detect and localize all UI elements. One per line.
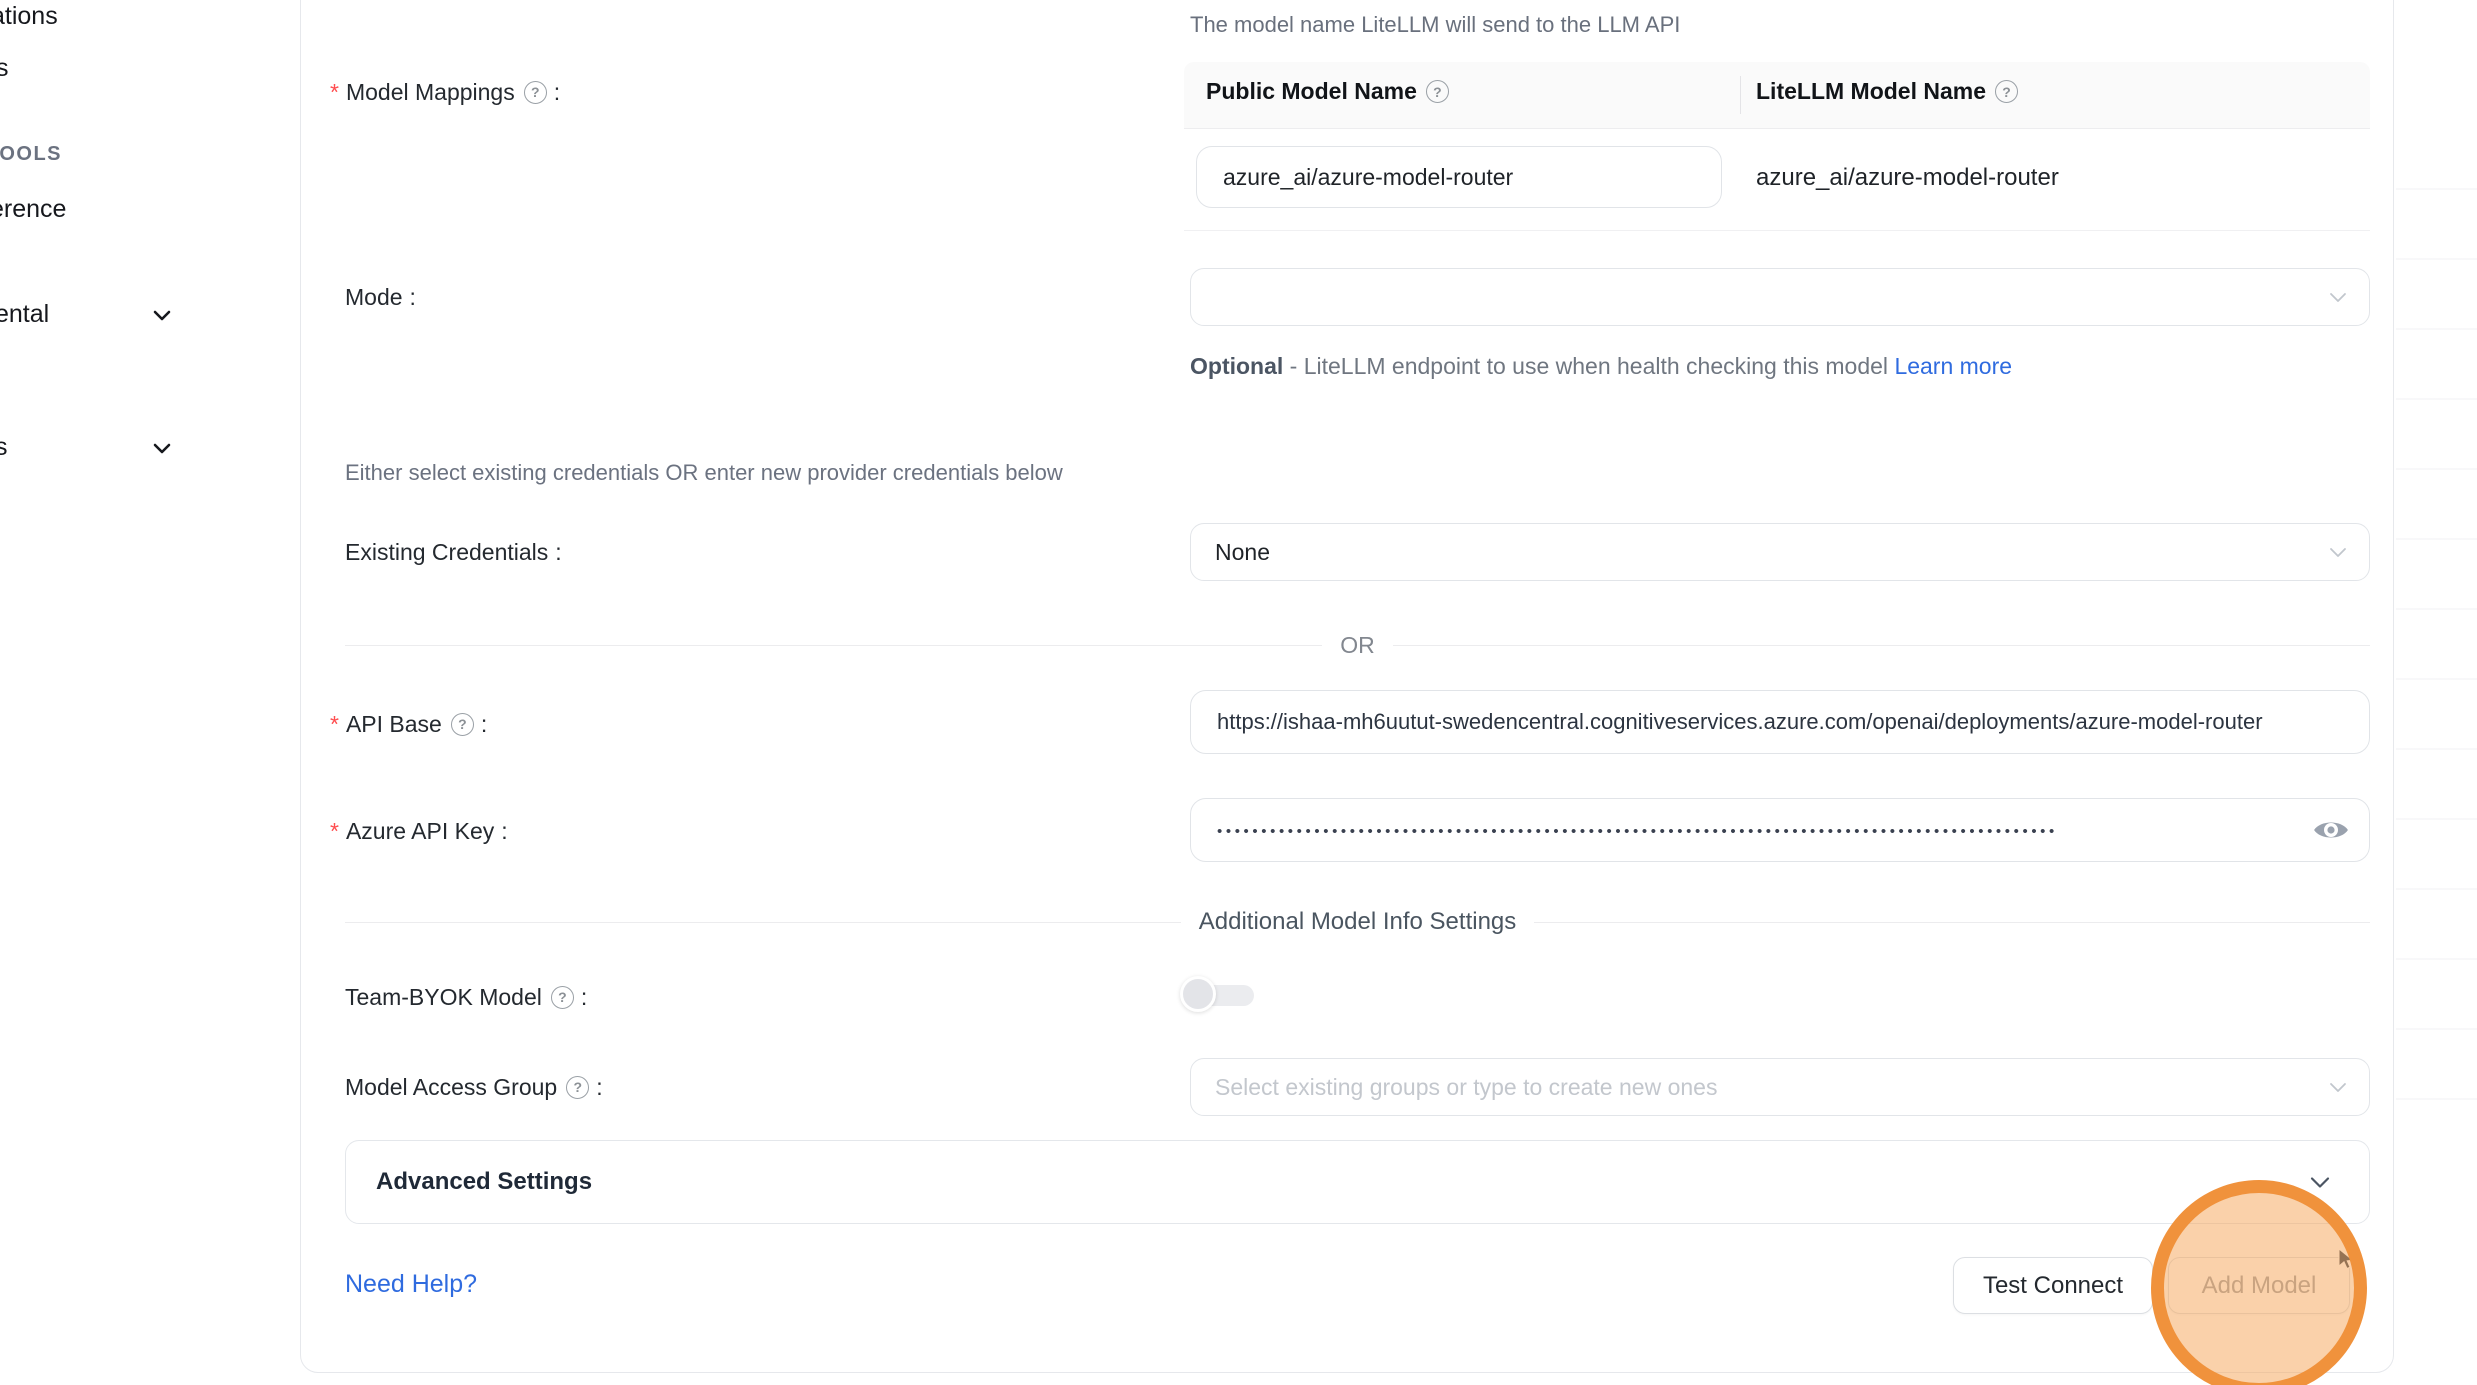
help-icon[interactable]: ?: [524, 81, 547, 104]
model-access-group-select[interactable]: Select existing groups or type to create…: [1190, 1058, 2370, 1116]
azure-api-key-label-text: Azure API Key: [346, 818, 494, 845]
litellm-model-name-help: The model name LiteLLM will send to the …: [1190, 12, 1680, 38]
learn-more-link[interactable]: Learn more: [1894, 353, 2012, 379]
table-row-border: [1184, 230, 2370, 231]
additional-model-info-divider-text: Additional Model Info Settings: [1199, 908, 1517, 936]
additional-model-info-divider: Additional Model Info Settings: [345, 908, 2370, 936]
sidebar-item-2[interactable]: s: [0, 54, 9, 83]
existing-credentials-label: Existing Credentials :: [345, 536, 562, 568]
chevron-down-icon: [2307, 1169, 2333, 1195]
mode-label-text: Mode: [345, 284, 403, 311]
model-mappings-label-text: Model Mappings: [346, 79, 515, 106]
test-connect-button[interactable]: Test Connect: [1953, 1257, 2153, 1314]
help-icon[interactable]: ?: [566, 1076, 589, 1099]
mode-label: Mode :: [345, 281, 416, 313]
colon: :: [555, 539, 561, 566]
api-base-label: * API Base ? :: [330, 708, 487, 740]
colon: :: [581, 984, 587, 1011]
api-base-input[interactable]: [1190, 690, 2370, 754]
public-model-name-input[interactable]: [1196, 146, 1722, 208]
mode-help-text: Optional - LiteLLM endpoint to use when …: [1190, 346, 2020, 386]
colon: :: [596, 1074, 602, 1101]
toggle-knob: [1180, 976, 1216, 1012]
mode-help-bold: Optional: [1190, 353, 1283, 379]
required-mark: *: [330, 818, 339, 845]
required-mark: *: [330, 79, 339, 106]
need-help-link[interactable]: Need Help?: [345, 1270, 477, 1299]
help-icon[interactable]: ?: [1995, 80, 2018, 103]
help-icon[interactable]: ?: [551, 986, 574, 1009]
advanced-settings-panel[interactable]: Advanced Settings: [345, 1140, 2370, 1224]
or-divider-text: OR: [1340, 632, 1375, 659]
sidebar-item-settings[interactable]: s: [0, 433, 8, 462]
sidebar-item-1[interactable]: ations: [0, 2, 58, 31]
existing-credentials-select[interactable]: None: [1190, 523, 2370, 581]
public-model-name-header-text: Public Model Name: [1206, 78, 1417, 105]
colon: :: [501, 818, 507, 845]
sidebar-item-reference[interactable]: erence: [0, 195, 66, 224]
background-content-strip: [2396, 120, 2477, 1130]
chevron-down-icon: [2327, 1076, 2349, 1098]
existing-credentials-label-text: Existing Credentials: [345, 539, 548, 566]
litellm-model-name-header-text: LiteLLM Model Name: [1756, 78, 1986, 105]
chevron-down-icon[interactable]: [150, 436, 174, 460]
or-divider: OR: [345, 632, 2370, 659]
add-model-button[interactable]: Add Model: [2168, 1257, 2350, 1314]
model-mappings-label: * Model Mappings ? :: [330, 76, 560, 108]
help-icon[interactable]: ?: [451, 713, 474, 736]
team-byok-label: Team-BYOK Model ? :: [345, 981, 587, 1013]
chevron-down-icon[interactable]: [150, 303, 174, 327]
model-access-group-label-text: Model Access Group: [345, 1074, 557, 1101]
sidebar-section-tools: TOOLS: [0, 143, 62, 166]
litellm-model-name-header: LiteLLM Model Name ?: [1756, 78, 2018, 105]
credentials-note: Either select existing credentials OR en…: [345, 460, 1063, 486]
colon: :: [410, 284, 416, 311]
team-byok-toggle[interactable]: [1180, 976, 1256, 1014]
masked-api-key: ••••••••••••••••••••••••••••••••••••••••…: [1217, 823, 2117, 840]
required-mark: *: [330, 711, 339, 738]
litellm-model-name-value: azure_ai/azure-model-router: [1756, 164, 2059, 192]
team-byok-label-text: Team-BYOK Model: [345, 984, 542, 1011]
add-model-page: ations s TOOLS erence ental s The model …: [0, 0, 2477, 1385]
existing-credentials-value: None: [1215, 539, 1270, 566]
sidebar-item-experimental[interactable]: ental: [0, 300, 49, 329]
advanced-settings-title: Advanced Settings: [376, 1168, 2307, 1196]
help-icon[interactable]: ?: [1426, 80, 1449, 103]
mouse-cursor: [2338, 1248, 2360, 1272]
mode-help-body: - LiteLLM endpoint to use when health ch…: [1283, 353, 1894, 379]
eye-icon[interactable]: [2313, 816, 2349, 844]
api-base-label-text: API Base: [346, 711, 442, 738]
public-model-name-header: Public Model Name ?: [1206, 78, 1449, 105]
model-access-group-placeholder: Select existing groups or type to create…: [1215, 1074, 1717, 1101]
chevron-down-icon: [2327, 286, 2349, 308]
azure-api-key-label: * Azure API Key :: [330, 815, 508, 847]
chevron-down-icon: [2327, 541, 2349, 563]
colon: :: [554, 79, 560, 106]
mode-select[interactable]: [1190, 268, 2370, 326]
header-column-divider: [1740, 76, 1741, 114]
colon: :: [481, 711, 487, 738]
azure-api-key-input[interactable]: ••••••••••••••••••••••••••••••••••••••••…: [1190, 798, 2370, 862]
model-access-group-label: Model Access Group ? :: [345, 1071, 603, 1103]
